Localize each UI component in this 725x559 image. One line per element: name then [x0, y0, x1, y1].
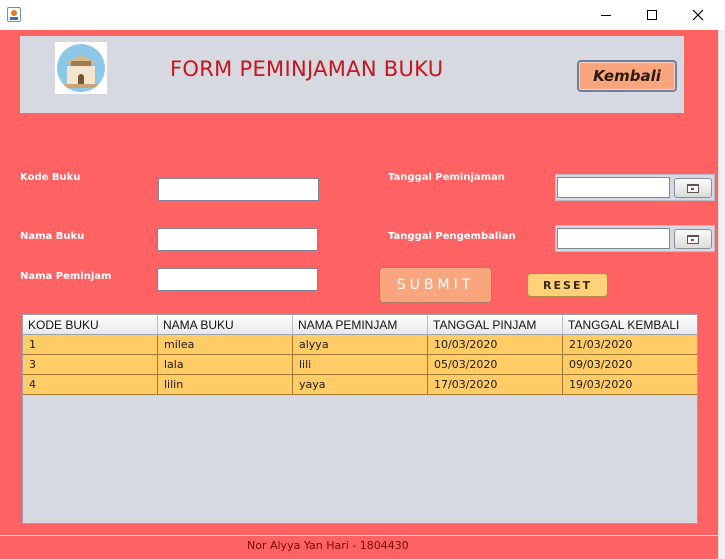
tanggal-pengembalian-calendar-button[interactable] [674, 229, 712, 249]
table-cell: 3 [23, 355, 158, 375]
close-button[interactable] [675, 0, 721, 30]
kode-buku-label: Kode Buku [20, 172, 81, 183]
java-cup-icon [7, 7, 21, 22]
table-cell: 17/03/2020 [428, 375, 563, 395]
peminjaman-table[interactable]: KODE BUKU NAMA BUKU NAMA PEMINJAM TANGGA… [22, 314, 698, 524]
table-row[interactable]: 4 lilin yaya 17/03/2020 19/03/2020 [23, 375, 697, 395]
calendar-icon [687, 183, 699, 193]
table-cell: yaya [293, 375, 428, 395]
column-header-tanggal-pinjam[interactable]: TANGGAL PINJAM [428, 315, 563, 335]
nama-peminjam-input[interactable] [157, 268, 318, 291]
window-edge [718, 30, 725, 559]
close-icon [692, 9, 704, 21]
window-titlebar [0, 0, 725, 30]
nama-buku-input[interactable] [157, 228, 318, 251]
tanggal-peminjaman-datepicker [555, 174, 715, 201]
main-panel: FORM PEMINJAMAN BUKU Kembali Kode Buku N… [0, 30, 718, 535]
calendar-icon [687, 234, 699, 244]
library-logo-icon [55, 42, 107, 94]
table-row[interactable]: 3 lala lili 05/03/2020 09/03/2020 [23, 355, 697, 375]
tanggal-peminjaman-input[interactable] [557, 177, 670, 198]
tanggal-pengembalian-datepicker [555, 225, 715, 252]
minimize-icon [601, 14, 611, 16]
tanggal-pengembalian-label: Tanggal Pengembalian [388, 231, 516, 242]
nama-buku-label: Nama Buku [20, 231, 85, 242]
table-cell: 21/03/2020 [569, 338, 633, 351]
table-cell: 09/03/2020 [569, 358, 633, 371]
table-cell: lili [293, 355, 428, 375]
table-cell: 1 [23, 335, 158, 355]
table-cell: 19/03/2020 [569, 378, 633, 391]
kode-buku-input[interactable] [158, 178, 319, 201]
submit-button[interactable]: SUBMIT [379, 267, 492, 303]
header-panel: FORM PEMINJAMAN BUKU Kembali [20, 36, 684, 113]
reset-button[interactable]: RESET [527, 273, 608, 297]
nama-peminjam-label: Nama Peminjam [20, 271, 112, 282]
page-title: FORM PEMINJAMAN BUKU [170, 57, 444, 81]
column-header-nama-buku[interactable]: NAMA BUKU [158, 315, 293, 335]
minimize-button[interactable] [583, 0, 629, 30]
table-cell: lilin [158, 375, 293, 395]
tanggal-peminjaman-calendar-button[interactable] [674, 178, 712, 198]
footer: Nor Alyya Yan Hari - 1804430 [0, 535, 718, 559]
column-header-nama-peminjam[interactable]: NAMA PEMINJAM [293, 315, 428, 335]
table-row[interactable]: 1 milea alyya 10/03/2020 21/03/2020 [23, 335, 697, 355]
table-cell: lala [158, 355, 293, 375]
column-header-tanggal-kembali[interactable]: TANGGAL KEMBALI [563, 315, 697, 335]
table-cell: alyya [293, 335, 428, 355]
tanggal-pengembalian-input[interactable] [557, 228, 670, 249]
kembali-button[interactable]: Kembali [577, 60, 677, 92]
table-cell: milea [158, 335, 293, 355]
maximize-icon [647, 10, 657, 20]
footer-credit: Nor Alyya Yan Hari - 1804430 [247, 539, 409, 552]
table-header: KODE BUKU NAMA BUKU NAMA PEMINJAM TANGGA… [23, 315, 697, 335]
table-cell: 4 [23, 375, 158, 395]
column-header-kode-buku[interactable]: KODE BUKU [23, 315, 158, 335]
maximize-button[interactable] [629, 0, 675, 30]
table-cell: 05/03/2020 [428, 355, 563, 375]
tanggal-peminjaman-label: Tanggal Peminjaman [388, 172, 505, 183]
table-cell: 10/03/2020 [428, 335, 563, 355]
